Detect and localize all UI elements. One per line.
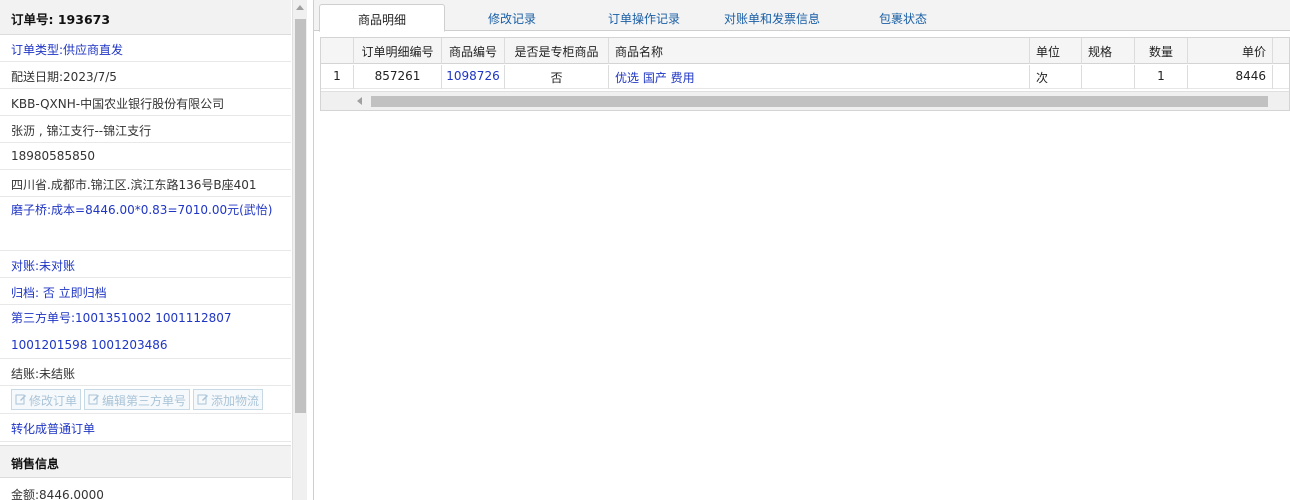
third-party-numbers: 第三方单号:1001351002 1001112807 1001201598 1… <box>0 305 291 359</box>
column-header[interactable]: 商品编号 <box>442 38 505 64</box>
contact-branch: 张沥 , 锦江支行--锦江支行 <box>0 116 291 143</box>
edit-third-party-button[interactable]: 编辑第三方单号 <box>84 389 191 410</box>
column-header[interactable]: 是否是专柜商品 <box>505 38 609 64</box>
spec-cell <box>1082 65 1135 89</box>
sales-amount: 金额:8446.0000 <box>11 488 104 500</box>
edit-order-label: 修改订单 <box>29 394 78 408</box>
edit-icon <box>15 394 26 405</box>
quantity-cell: 1 <box>1135 65 1188 89</box>
order-number-label: 订单号: <box>11 12 54 27</box>
row-number: 1 <box>321 65 354 89</box>
edit-icon <box>88 394 100 405</box>
detail-number-cell: 857261 <box>354 65 442 89</box>
cost-info: 磨子桥:成本=8446.00*0.83=7010.00元(武怡) <box>0 197 291 251</box>
grid-header: 订单明细编号 商品编号 是否是专柜商品 商品名称 单位 规格 数量 单价 <box>321 38 1289 64</box>
is-counter-cell: 否 <box>505 65 609 89</box>
unit-cell: 次 <box>1030 65 1082 89</box>
settlement-status: 结账:未结账 <box>0 359 291 386</box>
order-action-buttons: 修改订单 编辑第三方单号 添加物流 <box>0 386 291 414</box>
tab-change-log[interactable]: 修改记录 <box>457 4 567 31</box>
order-info-content: 订单号: 193673 订单类型:供应商直发 配送日期:2023/7/5 KBB… <box>0 0 291 500</box>
tab-bar: 商品明细 修改记录 订单操作记录 对账单和发票信息 包裹状态 <box>314 0 1290 32</box>
order-number-value: 193673 <box>57 12 111 27</box>
archive-status[interactable]: 归档: 否 立即归档 <box>0 278 291 305</box>
detail-panel: 商品明细 修改记录 订单操作记录 对账单和发票信息 包裹状态 订单明细编号 商品… <box>314 0 1290 500</box>
row-number-header <box>321 38 354 64</box>
scrollbar-thumb[interactable] <box>295 19 306 413</box>
add-logistics-button[interactable]: 添加物流 <box>193 389 264 410</box>
convert-normal-order-link[interactable]: 转化成普通订单 <box>0 414 291 442</box>
edit-icon <box>197 394 209 405</box>
product-name-link[interactable]: 优选 国产 费用 <box>609 65 1030 89</box>
vertical-scrollbar[interactable] <box>292 0 307 500</box>
horizontal-scrollbar[interactable] <box>321 91 1289 110</box>
contact-phone: 18980585850 <box>0 143 291 170</box>
reconciliation-status: 对账:未对账 <box>0 251 291 278</box>
delivery-date: 配送日期:2023/7/5 <box>0 62 291 89</box>
product-number-link[interactable]: 1098726 <box>442 65 505 89</box>
column-header[interactable]: 商品名称 <box>609 38 1030 64</box>
column-header[interactable]: 规格 <box>1082 38 1135 64</box>
delivery-address: 四川省.成都市.锦江区.滨江东路136号B座401 <box>0 170 291 197</box>
order-number-header: 订单号: 193673 <box>0 0 291 35</box>
sales-info-header: 销售信息 <box>0 445 291 478</box>
customer-company: KBB-QXNH-中国农业银行股份有限公司 <box>0 89 291 116</box>
unit-price-cell: 8446 <box>1188 65 1273 89</box>
edit-third-party-label: 编辑第三方单号 <box>102 394 187 408</box>
add-logistics-label: 添加物流 <box>211 394 260 408</box>
scroll-left-arrow-icon[interactable] <box>357 97 362 105</box>
table-row[interactable]: 1 857261 1098726 否 优选 国产 费用 次 1 8446 <box>321 65 1289 89</box>
tab-operation-log[interactable]: 订单操作记录 <box>582 4 706 31</box>
tab-package-status[interactable]: 包裹状态 <box>854 4 952 31</box>
column-header[interactable]: 数量 <box>1135 38 1188 64</box>
order-info-panel: 订单号: 193673 订单类型:供应商直发 配送日期:2023/7/5 KBB… <box>0 0 307 500</box>
edit-order-button[interactable]: 修改订单 <box>11 389 82 410</box>
tab-statement-invoice[interactable]: 对账单和发票信息 <box>712 4 832 31</box>
tab-product-details[interactable]: 商品明细 <box>319 4 445 32</box>
column-header[interactable]: 订单明细编号 <box>354 38 442 64</box>
product-grid: 订单明细编号 商品编号 是否是专柜商品 商品名称 单位 规格 数量 单价 1 8… <box>320 37 1290 111</box>
scrollbar-thumb[interactable] <box>371 96 1268 107</box>
column-header[interactable]: 单价 <box>1188 38 1273 64</box>
scroll-up-arrow-icon[interactable] <box>296 5 304 10</box>
order-type: 订单类型:供应商直发 <box>0 35 291 62</box>
column-header[interactable]: 单位 <box>1030 38 1082 64</box>
